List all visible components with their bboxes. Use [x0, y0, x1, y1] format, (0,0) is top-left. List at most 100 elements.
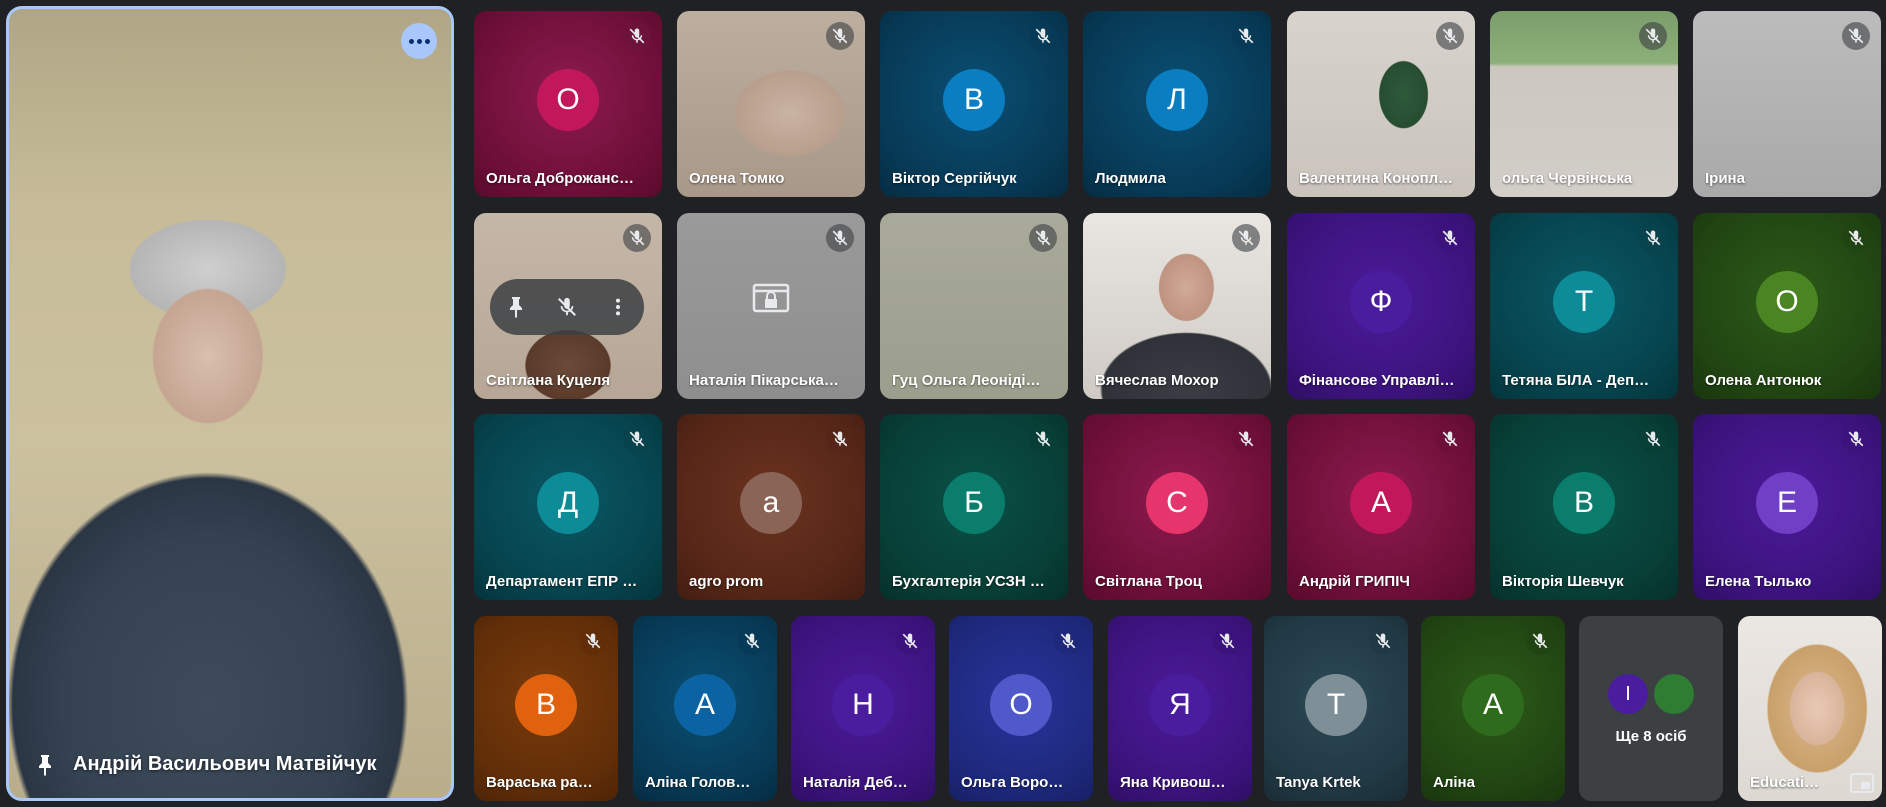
participant-tile[interactable]: С Світлана Троц	[1083, 414, 1271, 600]
muted-indicator	[1526, 627, 1554, 655]
participant-tile[interactable]: Олена Томко	[677, 11, 865, 197]
mic-off-icon	[832, 431, 848, 447]
participant-name: Валентина Конопл…	[1299, 170, 1454, 187]
muted-indicator	[1436, 425, 1464, 453]
participant-tile[interactable]: Educati…	[1738, 616, 1882, 801]
participant-tile[interactable]: Ф Фінансове Управлі…	[1287, 213, 1475, 399]
participant-tile[interactable]: В Віктор Сергійчук	[880, 11, 1068, 197]
participant-name: Андрій ГРИПІЧ	[1299, 573, 1410, 590]
mic-off-icon	[1442, 28, 1458, 44]
muted-indicator	[623, 224, 651, 252]
mic-off-icon	[1532, 633, 1548, 649]
participant-tile[interactable]: a agro prom	[677, 414, 865, 600]
mic-off-icon	[832, 230, 848, 246]
participant-tile[interactable]: Світлана Куцеля	[474, 213, 662, 399]
participant-name: Яна Кривош…	[1120, 774, 1226, 791]
participant-tile[interactable]: А Андрій ГРИПІЧ	[1287, 414, 1475, 600]
pin-icon[interactable]	[505, 296, 527, 318]
mic-off-icon	[1645, 28, 1661, 44]
muted-indicator	[1029, 224, 1057, 252]
muted-indicator	[623, 425, 651, 453]
participant-tile[interactable]: А Аліна	[1421, 616, 1565, 801]
more-vert-icon[interactable]	[607, 296, 629, 318]
participant-tile[interactable]: В Вараська ра…	[474, 616, 618, 801]
mic-off-icon	[1238, 431, 1254, 447]
participant-tile[interactable]: Б Бухгалтерія УСЗН …	[880, 414, 1068, 600]
featured-speaker-tile[interactable]: Андрій Васильович Матвійчук	[6, 6, 454, 801]
mic-off-icon[interactable]	[556, 296, 578, 318]
participant-tile[interactable]: T Tanya Krtek	[1264, 616, 1408, 801]
mic-off-icon	[585, 633, 601, 649]
participant-tile[interactable]: Н Наталія Деб…	[791, 616, 935, 801]
mic-off-icon	[1442, 230, 1458, 246]
more-people-avatars: І	[1579, 674, 1723, 714]
participant-name: Світлана Троц	[1095, 573, 1202, 590]
participant-avatar: А	[674, 673, 736, 736]
participant-name: Ольга Доброжанс…	[486, 170, 634, 187]
participant-avatar: В	[515, 673, 577, 736]
participant-tile[interactable]: ольга Червінська	[1490, 11, 1678, 197]
participant-name: Департамент ЕПР …	[486, 573, 638, 590]
participant-name: Бухгалтерія УСЗН …	[892, 573, 1045, 590]
participant-name: Вараська ра…	[486, 774, 593, 791]
locked-window-icon	[752, 283, 790, 312]
participant-tile[interactable]: Д Департамент ЕПР …	[474, 414, 662, 600]
mic-off-icon	[1848, 230, 1864, 246]
muted-indicator	[826, 224, 854, 252]
mic-off-icon	[1848, 28, 1864, 44]
mic-off-icon	[744, 633, 760, 649]
participant-tile[interactable]: В Вікторія Шевчук	[1490, 414, 1678, 600]
participant-tile[interactable]: О Ольга Воро…	[949, 616, 1093, 801]
featured-speaker-name: Андрій Васильович Матвійчук	[73, 753, 377, 775]
muted-indicator	[896, 627, 924, 655]
participant-name: Ольга Воро…	[961, 774, 1064, 791]
participant-tile[interactable]: Валентина Конопл…	[1287, 11, 1475, 197]
pin-icon	[39, 755, 51, 776]
participant-tile[interactable]: А Аліна Голов…	[633, 616, 777, 801]
more-people-tile[interactable]: І Ще 8 осіб	[1579, 616, 1723, 801]
mic-off-icon	[832, 28, 848, 44]
participant-tile[interactable]: Ірина	[1693, 11, 1881, 197]
participant-avatar: О	[990, 673, 1052, 736]
muted-indicator	[1232, 22, 1260, 50]
participant-name: Наталія Деб…	[803, 774, 908, 791]
participant-tile[interactable]: Я Яна Кривош…	[1108, 616, 1252, 801]
participant-avatar: Т	[1553, 271, 1615, 334]
muted-indicator	[1639, 22, 1667, 50]
participant-tile[interactable]: О Ольга Доброжанс…	[474, 11, 662, 197]
participant-name: Аліна Голов…	[645, 774, 751, 791]
participant-avatar: В	[943, 69, 1005, 132]
mic-off-icon	[1848, 431, 1864, 447]
participant-tile[interactable]: Наталія Пікарська…	[677, 213, 865, 399]
mic-off-icon	[1035, 230, 1051, 246]
muted-indicator	[1369, 627, 1397, 655]
muted-indicator	[1842, 425, 1870, 453]
participant-avatar	[1654, 674, 1694, 714]
participant-avatar: С	[1146, 472, 1208, 535]
participant-name: Фінансове Управлі…	[1299, 372, 1455, 389]
participant-name: Елена Тылько	[1705, 573, 1812, 590]
muted-indicator	[1054, 627, 1082, 655]
participant-avatar: Л	[1146, 69, 1208, 132]
participant-tile[interactable]: Л Людмила	[1083, 11, 1271, 197]
participant-avatar: А	[1350, 472, 1412, 535]
participant-tile[interactable]: О Олена Антонюк	[1693, 213, 1881, 399]
mic-off-icon	[1035, 28, 1051, 44]
participant-avatar: Б	[943, 472, 1005, 535]
muted-indicator	[1213, 627, 1241, 655]
mic-off-icon	[1238, 28, 1254, 44]
participant-tile[interactable]: Гуц Ольга Леоніді…	[880, 213, 1068, 399]
more-options-button[interactable]	[401, 23, 437, 59]
participant-tile[interactable]: Е Елена Тылько	[1693, 414, 1881, 600]
more-options-icon	[408, 38, 414, 44]
participant-avatar: Н	[832, 673, 894, 736]
mic-off-icon	[1238, 230, 1254, 246]
mic-off-icon	[1060, 633, 1076, 649]
participant-tile[interactable]: Вячеслав Мохор	[1083, 213, 1271, 399]
mic-off-icon	[902, 633, 918, 649]
participant-avatar: Я	[1149, 673, 1211, 736]
participant-tile[interactable]: Т Тетяна БІЛА - Деп…	[1490, 213, 1678, 399]
participant-name: ольга Червінська	[1502, 170, 1633, 187]
participant-name: Тетяна БІЛА - Деп…	[1502, 372, 1650, 389]
participant-name: Ірина	[1705, 170, 1745, 187]
